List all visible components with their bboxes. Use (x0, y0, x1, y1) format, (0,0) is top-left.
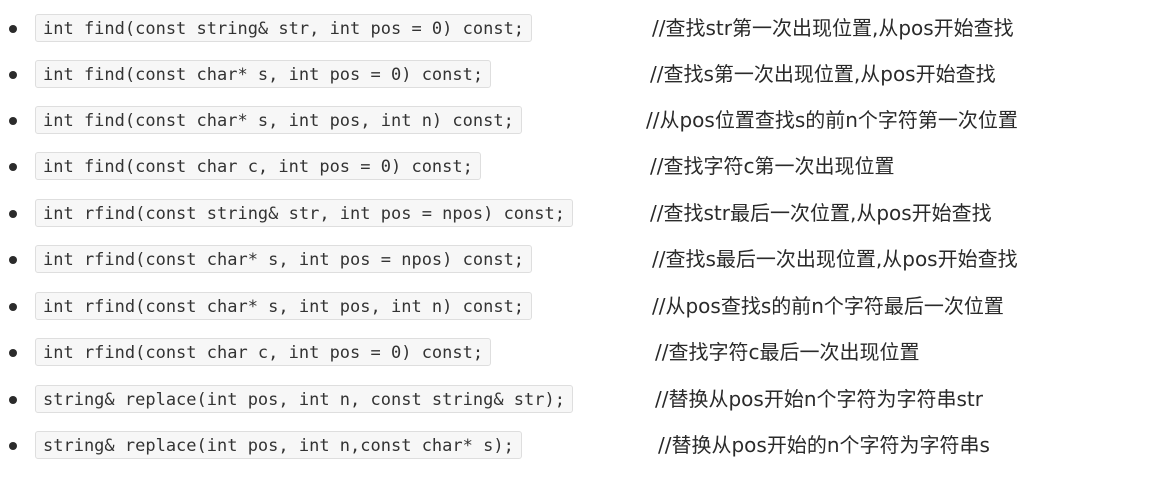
list-item: int rfind(const string& str, int pos = n… (0, 195, 1173, 231)
list-item: int rfind(const char* s, int pos = npos)… (0, 241, 1173, 277)
bullet (9, 349, 17, 357)
bullet (9, 210, 17, 218)
code-comment: //查找s最后一次出现位置,从pos开始查找 (652, 247, 1018, 271)
bullet (9, 71, 17, 79)
list-item: int find(const char c, int pos = 0) cons… (0, 148, 1173, 184)
code-comment: //替换从pos开始n个字符为字符串str (655, 387, 983, 411)
bullet (9, 25, 17, 33)
code-comment: //查找str第一次出现位置,从pos开始查找 (652, 16, 1014, 40)
code-snippet: int rfind(const string& str, int pos = n… (35, 199, 573, 227)
code-comment: //替换从pos开始的n个字符为字符串s (658, 433, 990, 457)
function-reference-list: int find(const string& str, int pos = 0)… (0, 0, 1173, 490)
code-snippet: string& replace(int pos, int n,const cha… (35, 431, 522, 459)
code-comment: //查找字符c最后一次出现位置 (655, 340, 920, 364)
bullet (9, 442, 17, 450)
bullet (9, 117, 17, 125)
list-item: string& replace(int pos, int n, const st… (0, 381, 1173, 417)
code-comment: //查找字符c第一次出现位置 (650, 154, 895, 178)
bullet (9, 396, 17, 404)
list-item: string& replace(int pos, int n,const cha… (0, 427, 1173, 463)
code-snippet: int rfind(const char* s, int pos, int n)… (35, 292, 533, 320)
list-item: int find(const string& str, int pos = 0)… (0, 10, 1173, 46)
code-comment: //查找str最后一次位置,从pos开始查找 (650, 201, 992, 225)
list-item: int rfind(const char* s, int pos, int n)… (0, 288, 1173, 324)
code-comment: //从pos位置查找s的前n个字符第一次位置 (646, 108, 1018, 132)
code-snippet: int find(const char c, int pos = 0) cons… (35, 152, 481, 180)
bullet (9, 256, 17, 264)
code-snippet: int rfind(const char c, int pos = 0) con… (35, 338, 492, 366)
code-snippet: string& replace(int pos, int n, const st… (35, 385, 573, 413)
list-item: int find(const char* s, int pos, int n) … (0, 102, 1173, 138)
code-snippet: int rfind(const char* s, int pos = npos)… (35, 245, 533, 273)
list-item: int find(const char* s, int pos = 0) con… (0, 56, 1173, 92)
code-snippet: int find(const char* s, int pos, int n) … (35, 106, 522, 134)
code-snippet: int find(const string& str, int pos = 0)… (35, 14, 533, 42)
bullet (9, 163, 17, 171)
code-comment: //从pos查找s的前n个字符最后一次位置 (652, 294, 1004, 318)
list-item: int rfind(const char c, int pos = 0) con… (0, 334, 1173, 370)
bullet (9, 303, 17, 311)
code-comment: //查找s第一次出现位置,从pos开始查找 (650, 62, 996, 86)
code-snippet: int find(const char* s, int pos = 0) con… (35, 60, 492, 88)
